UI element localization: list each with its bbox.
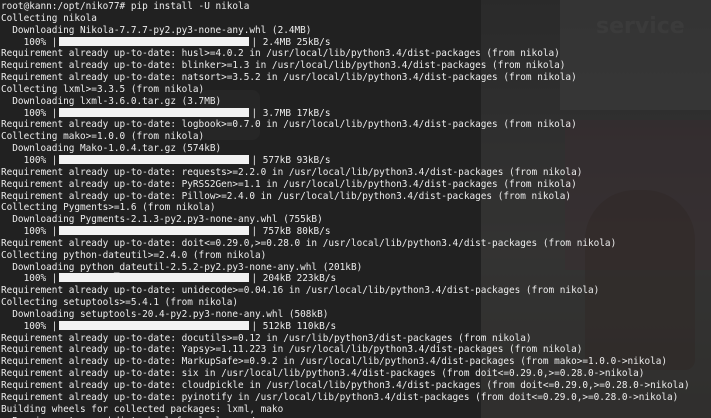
progress-percent: 100% | [1, 107, 58, 119]
progress-size-speed: | 512kB 110kB/s [251, 320, 337, 332]
output-line: Downloading setuptools-20.4-py2.py3-none… [1, 308, 329, 320]
progress-size-speed: | 2.4MB 25kB/s [251, 36, 331, 48]
progress-line: 100% | | 204kB 223kB/s [1, 273, 711, 285]
output-line: Collecting nikola [1, 12, 97, 24]
progress-percent: 100% | [1, 36, 58, 48]
progress-percent: 100% | [1, 320, 58, 332]
output-line: Requirement already up-to-date: six in /… [1, 368, 645, 380]
progress-bar [59, 107, 250, 117]
output-line: Requirement already up-to-date: docutils… [1, 332, 532, 344]
progress-line: 100% | | 2.4MB 25kB/s [1, 36, 711, 49]
output-line: Downloading python_dateutil-2.5.2-py2.py… [1, 261, 363, 273]
output-line: Collecting Pygments>=1.6 (from nikola) [1, 202, 216, 214]
progress-size-speed: | 204kB 223kB/s [251, 273, 337, 285]
progress-line: 100% | | 3.7MB 17kB/s [1, 107, 711, 120]
output-line: Collecting mako>=1.0.0 (from nikola) [1, 131, 205, 143]
output-line: Requirement already up-to-date: husl>=4.… [1, 48, 560, 60]
output-line: Requirement already up-to-date: requests… [1, 166, 583, 178]
output-line: Requirement already up-to-date: Yapsy>=1… [1, 344, 583, 356]
terminal-output[interactable]: root@kann:/opt/niko77# pip install -U ni… [0, 0, 711, 418]
command-prompt-line: root@kann:/opt/niko77# pip install -U ni… [1, 1, 250, 12]
output-line: Collecting lxml>=3.3.5 (from nikola) [1, 83, 205, 95]
output-line: Requirement already up-to-date: cloudpic… [1, 380, 690, 391]
output-line: Requirement already up-to-date: unidecod… [1, 285, 600, 297]
progress-percent: 100% | [1, 226, 58, 238]
output-line: Requirement already up-to-date: MarkupSa… [1, 356, 668, 368]
progress-line: 100% | | 757kB 80kB/s [1, 226, 711, 238]
output-line: Downloading lxml-3.6.0.tar.gz (3.7MB) [1, 95, 222, 107]
output-line: Downloading Mako-1.0.4.tar.gz (574kB) [1, 143, 222, 155]
progress-size-speed: | 3.7MB 17kB/s [251, 107, 331, 119]
progress-size-speed: | 577kB 93kB/s [251, 154, 331, 166]
output-line: Downloading Nikola-7.7.7-py2.py3-none-an… [1, 24, 312, 36]
progress-percent: 100% | [1, 273, 58, 285]
output-line: Requirement already up-to-date: doit<=0.… [1, 237, 617, 249]
progress-bar [59, 320, 250, 330]
output-line: Building wheels for collected packages: … [1, 403, 284, 415]
progress-bar [59, 273, 250, 283]
progress-line: 100% | | 577kB 93kB/s [1, 154, 711, 167]
output-line: Requirement already up-to-date: natsort>… [1, 72, 577, 84]
output-line: Collecting setuptools>=5.4.1 (from nikol… [1, 297, 239, 309]
output-line: Requirement already up-to-date: logbook>… [1, 119, 577, 131]
output-line: Collecting python-dateutil>=2.4.0 (from … [1, 249, 267, 261]
output-line: Requirement already up-to-date: blinker>… [1, 60, 566, 72]
terminal-window[interactable]: service root@kann:/opt/niko77# pip insta… [0, 0, 711, 418]
progress-line: 100% | | 512kB 110kB/s [1, 320, 711, 333]
output-line: Requirement already up-to-date: Pillow>=… [1, 190, 572, 202]
output-line: Requirement already up-to-date: pyinotif… [1, 391, 679, 403]
output-line: Requirement already up-to-date: PyRSS2Ge… [1, 178, 577, 190]
progress-bar [59, 226, 250, 236]
progress-bar [59, 36, 250, 46]
output-line: Downloading Pygments-2.1.3-py2.py3-none-… [1, 214, 323, 226]
progress-percent: 100% | [1, 154, 58, 166]
progress-bar [59, 154, 250, 164]
progress-size-speed: | 757kB 80kB/s [251, 226, 331, 238]
